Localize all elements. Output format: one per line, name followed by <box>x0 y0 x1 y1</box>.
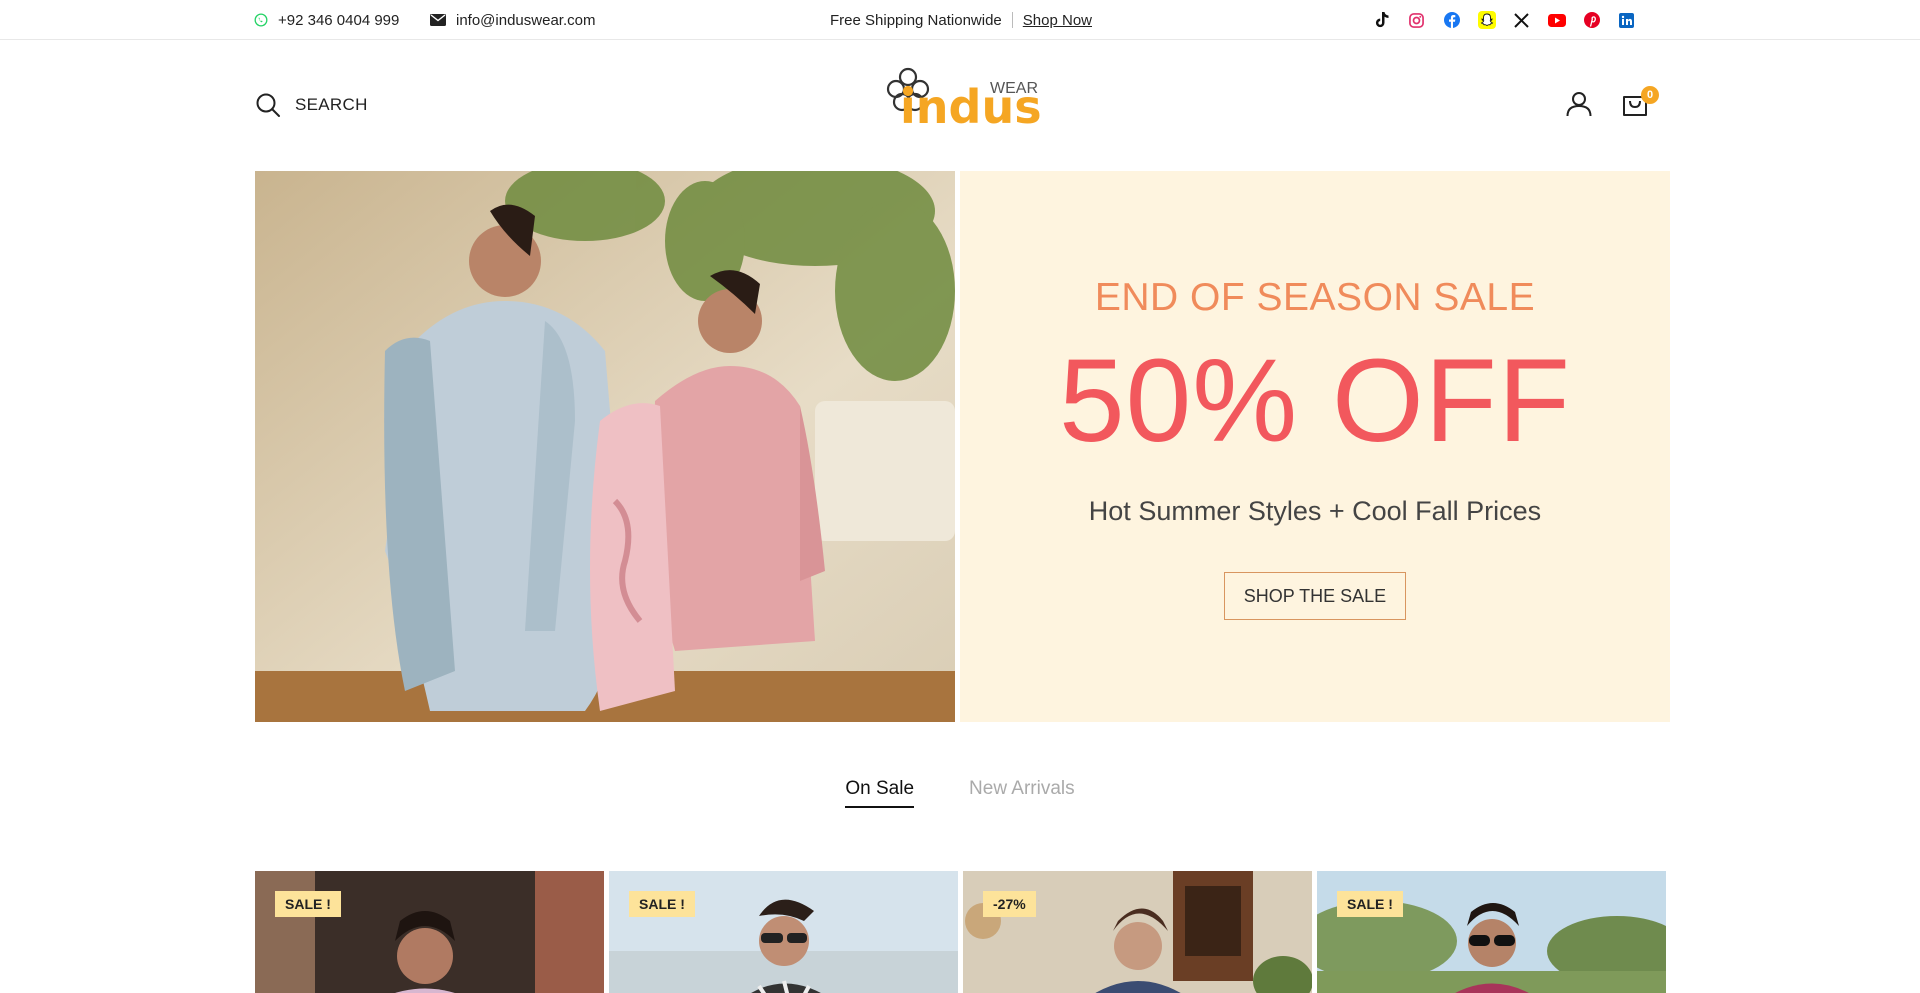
product-card[interactable]: SALE ! <box>1317 871 1666 993</box>
product-card[interactable]: -27% <box>963 871 1312 993</box>
user-icon <box>1566 92 1592 117</box>
hero-kicker: END OF SEASON SALE <box>1094 276 1536 319</box>
instagram-icon[interactable] <box>1399 0 1434 40</box>
shop-now-link[interactable]: Shop Now <box>1023 12 1092 29</box>
divider <box>1011 12 1013 28</box>
product-grid: SALE ! SALE ! -27% SALE ! <box>255 871 1667 993</box>
search-label: SEARCH <box>295 95 368 114</box>
sale-badge: SALE ! <box>275 891 341 917</box>
search-icon <box>256 93 280 117</box>
tab-on-sale[interactable]: On Sale <box>845 778 915 808</box>
product-image <box>963 871 1312 993</box>
email-address: info@induswear.com <box>456 11 596 29</box>
account-button[interactable] <box>1566 91 1592 122</box>
sale-badge: SALE ! <box>629 891 695 917</box>
linkedin-icon[interactable] <box>1609 0 1644 40</box>
search-button[interactable]: SEARCH <box>255 92 368 118</box>
discount-badge: -27% <box>983 891 1036 917</box>
site-logo[interactable]: indus WEAR <box>884 63 1042 134</box>
hero-subtitle: Hot Summer Styles + Cool Fall Prices <box>1088 496 1542 526</box>
product-card[interactable]: SALE ! <box>255 871 604 993</box>
hero-headline: 50% OFF <box>1059 335 1571 467</box>
product-image <box>609 871 958 993</box>
shipping-promo: Free Shipping Nationwide Shop Now <box>830 0 1092 40</box>
product-tabs: On Sale New Arrivals <box>0 778 1920 808</box>
phone-number: +92 346 0404 999 <box>278 11 400 29</box>
youtube-icon[interactable] <box>1539 0 1574 40</box>
facebook-icon[interactable] <box>1434 0 1469 40</box>
tiktok-icon[interactable] <box>1364 0 1399 40</box>
cart-count-badge: 0 <box>1641 86 1659 104</box>
hero-image[interactable] <box>255 171 955 722</box>
top-bar: +92 346 0404 999 info@induswear.com Free… <box>0 0 1920 40</box>
x-icon[interactable] <box>1504 0 1539 40</box>
mail-icon <box>430 14 446 26</box>
hero-promo-panel: END OF SEASON SALE 50% OFF Hot Summer St… <box>960 171 1670 722</box>
contact-phone[interactable]: +92 346 0404 999 <box>254 0 399 40</box>
product-image <box>1317 871 1666 993</box>
product-image <box>255 871 604 993</box>
site-header: SEARCH indus WEAR 0 <box>0 41 1920 171</box>
product-card[interactable]: SALE ! <box>609 871 958 993</box>
whatsapp-icon <box>254 13 268 27</box>
pinterest-icon[interactable] <box>1574 0 1609 40</box>
social-links <box>1364 0 1644 40</box>
sale-badge: SALE ! <box>1337 891 1403 917</box>
logo-sub: WEAR <box>990 80 1038 97</box>
promo-text: Free Shipping Nationwide <box>830 11 1002 29</box>
shop-the-sale-button[interactable]: SHOP THE SALE <box>1224 572 1406 620</box>
snapchat-icon[interactable] <box>1469 0 1504 40</box>
contact-email[interactable]: info@induswear.com <box>430 0 595 40</box>
tab-new-arrivals[interactable]: New Arrivals <box>969 778 1075 808</box>
